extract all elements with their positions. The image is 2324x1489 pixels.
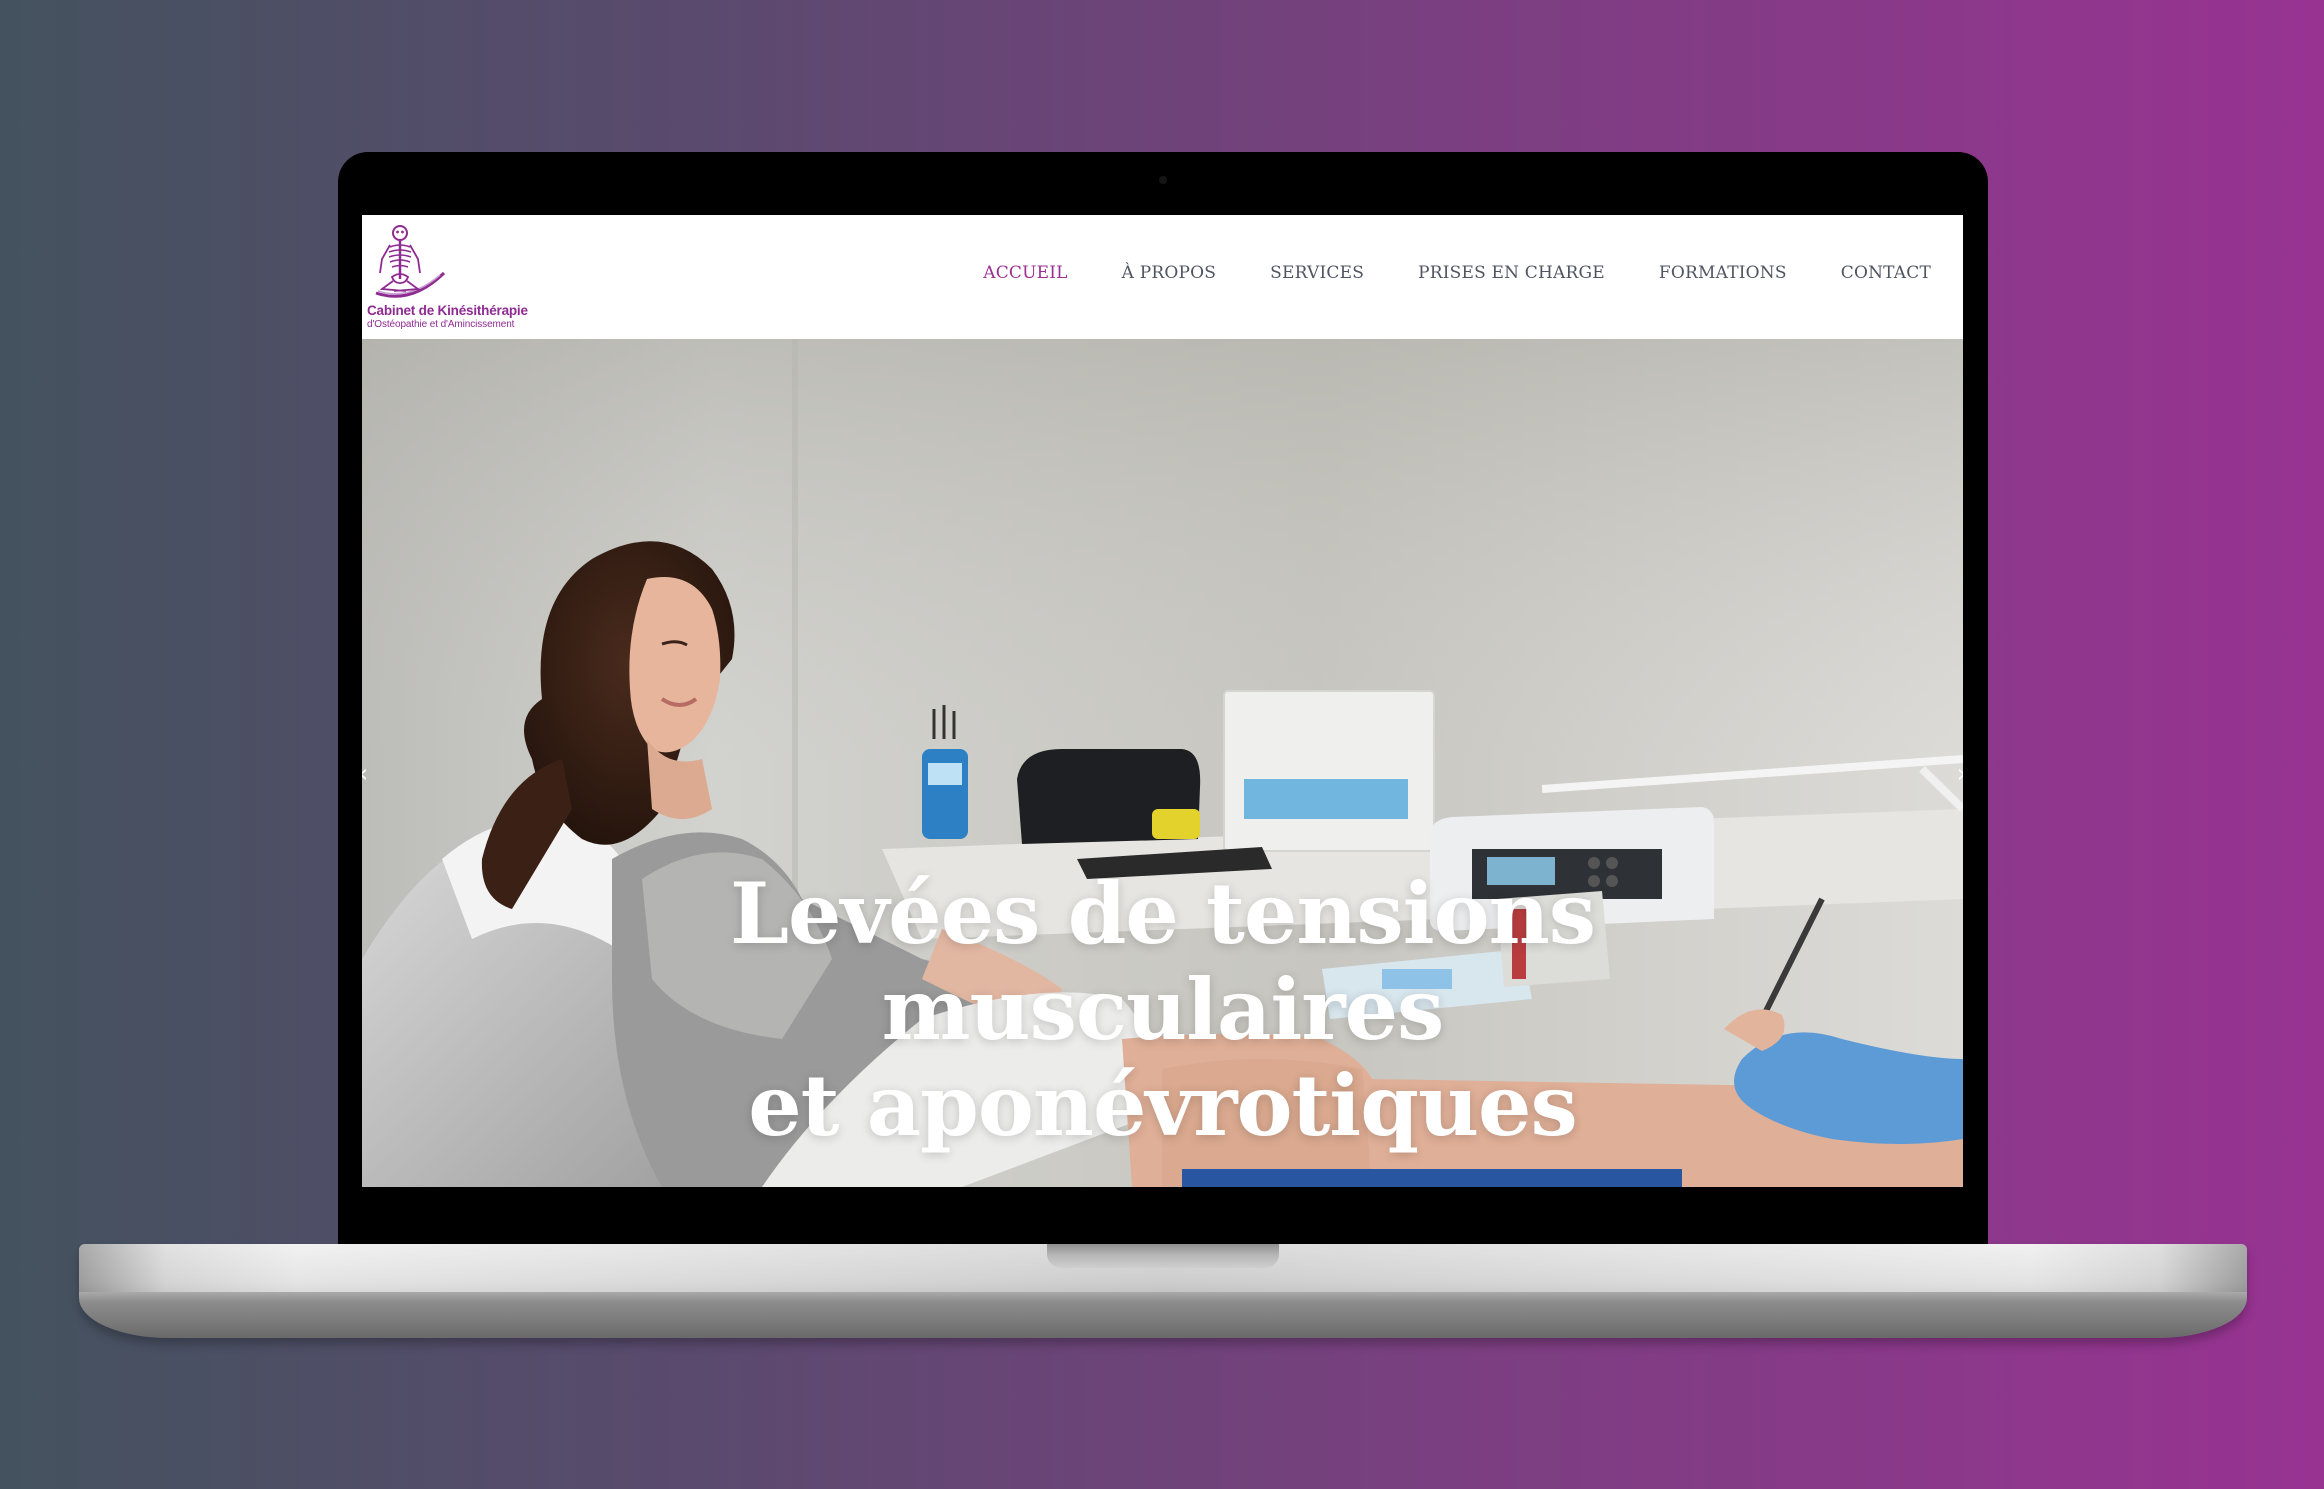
- main-nav: ACCUEIL À PROPOS SERVICES PRISES EN CHAR…: [983, 263, 1931, 283]
- browser-viewport: Cabinet de Kinésithérapie d'Ostéopathie …: [362, 215, 1963, 1187]
- skeleton-logo-icon: [375, 225, 446, 298]
- nav-accueil[interactable]: ACCUEIL: [983, 263, 1067, 283]
- hero-slider: ‹ › Levées de tensions musculaires et ap…: [362, 339, 1963, 1187]
- nav-prises-en-charge[interactable]: PRISES EN CHARGE: [1418, 263, 1605, 283]
- nav-formations[interactable]: FORMATIONS: [1659, 263, 1787, 283]
- hero-title-line-3: et aponévrotiques: [748, 1056, 1578, 1155]
- chevron-left-icon[interactable]: ‹: [362, 759, 368, 789]
- site-header: Cabinet de Kinésithérapie d'Ostéopathie …: [362, 215, 1963, 339]
- camera-icon: [1159, 176, 1167, 184]
- nav-services[interactable]: SERVICES: [1270, 263, 1364, 283]
- hero-title-line-2: musculaires: [881, 960, 1445, 1059]
- nav-a-propos[interactable]: À PROPOS: [1122, 263, 1216, 283]
- chevron-right-icon[interactable]: ›: [1957, 759, 1963, 789]
- laptop-base: [79, 1244, 2247, 1338]
- site-logo[interactable]: Cabinet de Kinésithérapie d'Ostéopathie …: [366, 221, 536, 333]
- nav-contact[interactable]: CONTACT: [1841, 263, 1931, 283]
- hero-title-line-1: Levées de tensions: [729, 864, 1596, 963]
- logo-subtitle: d'Ostéopathie et d'Amincissement: [367, 319, 515, 330]
- laptop-opening-notch: [1047, 1244, 1279, 1268]
- logo-title: Cabinet de Kinésithérapie: [367, 303, 528, 318]
- hero-title: Levées de tensions musculaires et aponév…: [362, 866, 1963, 1154]
